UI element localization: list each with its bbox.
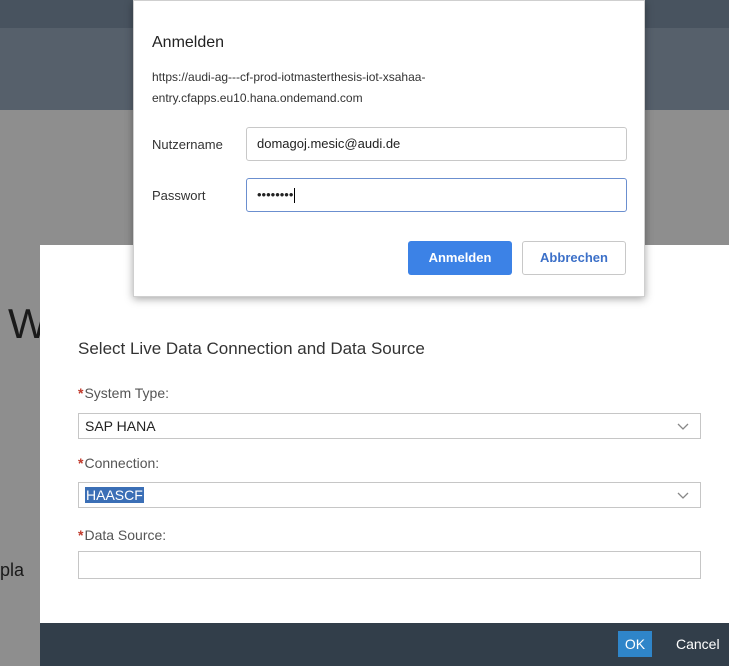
data-source-label: *Data Source: (78, 527, 167, 543)
background-text-fragment-2: pla (0, 560, 25, 580)
login-submit-button[interactable]: Anmelden (408, 241, 512, 275)
username-input[interactable]: domagoj.mesic@audi.de (246, 127, 627, 161)
required-marker: * (78, 527, 84, 543)
username-label: Nutzername (152, 137, 223, 152)
data-source-input[interactable] (78, 551, 701, 579)
connection-label: *Connection: (78, 455, 160, 471)
system-type-label: *System Type: (78, 385, 170, 401)
connection-value: HAASCF (85, 487, 144, 503)
password-label: Passwort (152, 188, 206, 203)
chevron-down-icon (677, 492, 689, 499)
dialog-title: Select Live Data Connection and Data Sou… (78, 339, 425, 358)
password-value: •••••••• (257, 187, 294, 202)
system-type-select[interactable]: SAP HANA (78, 413, 701, 439)
username-value: domagoj.mesic@audi.de (257, 136, 401, 151)
required-marker: * (78, 385, 84, 401)
dialog-footer: OK Cancel (40, 623, 729, 666)
login-popup: Anmelden https://audi-ag---cf-prod-iotma… (133, 0, 645, 297)
text-caret (294, 188, 296, 204)
ok-button[interactable]: OK (618, 631, 652, 657)
login-cancel-button[interactable]: Abbrechen (522, 241, 626, 275)
password-input[interactable]: •••••••• (246, 178, 627, 212)
login-url: https://audi-ag---cf-prod-iotmasterthesi… (152, 70, 426, 105)
connection-select[interactable]: HAASCF (78, 482, 701, 508)
login-title: Anmelden (152, 34, 225, 51)
live-data-connection-dialog: Select Live Data Connection and Data Sou… (40, 245, 729, 623)
chevron-down-icon (677, 423, 689, 430)
required-marker: * (78, 455, 84, 471)
cancel-button[interactable]: Cancel (676, 631, 720, 657)
system-type-value: SAP HANA (85, 418, 156, 434)
